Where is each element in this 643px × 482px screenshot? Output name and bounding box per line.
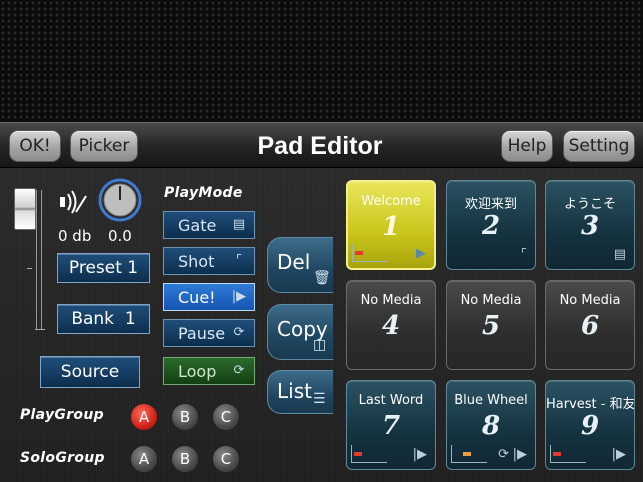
preset-value: 1 <box>127 258 139 278</box>
help-button[interactable]: Help <box>501 130 553 162</box>
trash-icon: 🗑 <box>313 270 331 286</box>
gate-icon: ▤ <box>613 247 626 262</box>
pad-red-marker <box>355 251 363 255</box>
pad-name: Welcome <box>361 194 421 209</box>
delete-button[interactable]: Del 🗑 <box>267 237 333 293</box>
loop-icon: ⟳ <box>498 447 509 462</box>
bank-button[interactable]: Bank 1 <box>57 304 150 334</box>
pad-name: Last Word <box>358 393 424 408</box>
mode-cue-button[interactable]: Cue! |▶ <box>163 283 255 311</box>
preset-label: Preset <box>68 258 122 278</box>
ok-button[interactable]: OK! <box>9 130 61 162</box>
copy-button[interactable]: Copy ◫ <box>267 304 333 360</box>
pad-4[interactable]: No Media 4 <box>346 280 436 370</box>
pad-red-marker <box>553 452 561 456</box>
pad-number: 8 <box>481 411 501 441</box>
pad-9[interactable]: Harvest - 和友 9 |▶ <box>545 380 635 470</box>
gate-icon: ▤ <box>232 217 246 232</box>
list-button[interactable]: List ☰ <box>267 370 333 414</box>
pad-number: 2 <box>481 211 501 241</box>
runner-icon: ⟳ <box>233 325 245 340</box>
pad-number: 1 <box>381 212 401 242</box>
play-icon: ▶ <box>416 246 426 261</box>
pad-name: No Media <box>460 293 522 308</box>
pad-name: 欢迎来到 <box>464 197 517 212</box>
delete-label: Del <box>277 250 311 274</box>
mode-gate-button[interactable]: Gate ▤ <box>163 211 255 239</box>
pad-name: No Media <box>559 293 621 308</box>
speaker-mesh <box>0 0 643 122</box>
pad-number: 3 <box>580 211 600 241</box>
sologroup-b-button[interactable]: B <box>171 445 199 473</box>
playgroup-c-button[interactable]: C <box>212 403 240 431</box>
pad-number: 5 <box>481 311 501 341</box>
playgroup-a-button[interactable]: A <box>130 403 158 431</box>
sologroup-label: SoloGroup <box>20 450 105 466</box>
list-label: List <box>277 379 312 403</box>
pad-name: Blue Wheel <box>454 393 528 408</box>
cue-play-icon: |▶ <box>611 447 626 462</box>
pad-name: No Media <box>360 293 422 308</box>
pad-orange-marker <box>463 452 471 456</box>
picker-button[interactable]: Picker <box>70 130 138 162</box>
pad-red-marker <box>354 452 362 456</box>
mode-shot-button[interactable]: Shot ⌜ <box>163 247 255 275</box>
volume-icon <box>60 190 87 214</box>
mode-loop-button[interactable]: Loop ⟳ <box>163 357 255 385</box>
pan-knob[interactable] <box>98 178 142 222</box>
pad-7[interactable]: Last Word 7 |▶ <box>346 380 436 470</box>
mode-pause-label: Pause <box>178 323 226 343</box>
pad-number: 7 <box>381 411 401 441</box>
playgroup-label: PlayGroup <box>20 407 104 423</box>
page-title: Pad Editor <box>257 132 383 160</box>
gun-icon: ⌜ <box>520 247 527 262</box>
volume-fader-knob[interactable] <box>14 188 36 230</box>
sologroup-c-button[interactable]: C <box>212 445 240 473</box>
mode-loop-label: Loop <box>178 361 217 381</box>
loop-icon: ⟳ <box>233 363 245 378</box>
setting-button[interactable]: Setting <box>563 130 635 162</box>
pad-2[interactable]: 欢迎来到 2 ⌜ <box>446 180 536 270</box>
mode-gate-label: Gate <box>178 215 217 235</box>
playmode-title: PlayMode <box>164 185 243 201</box>
gun-icon: ⌜ <box>235 253 243 268</box>
pad-number: 9 <box>580 411 600 441</box>
volume-value: 0 db <box>58 227 92 245</box>
cue-play-icon: |▶ <box>412 447 427 462</box>
playgroup-b-button[interactable]: B <box>171 403 199 431</box>
volume-fader-track[interactable] <box>27 190 45 330</box>
mode-pause-button[interactable]: Pause ⟳ <box>163 319 255 347</box>
pad-6[interactable]: No Media 6 <box>545 280 635 370</box>
pad-name: Harvest - 和友 <box>546 397 635 412</box>
pad-8[interactable]: Blue Wheel 8 ⟳ |▶ <box>446 380 536 470</box>
toolbar: OK! Picker Pad Editor Help Setting <box>0 122 643 168</box>
pad-3[interactable]: ようこそ 3 ▤ <box>545 180 635 270</box>
preset-button[interactable]: Preset 1 <box>57 253 150 283</box>
pan-value: 0.0 <box>108 227 132 245</box>
mode-shot-label: Shot <box>178 251 215 271</box>
source-button[interactable]: Source <box>40 356 140 388</box>
pad-number: 4 <box>381 311 401 341</box>
mode-cue-label: Cue! <box>178 287 216 307</box>
bank-value: 1 <box>124 309 136 329</box>
pad-5[interactable]: No Media 5 <box>446 280 536 370</box>
cue-play-icon: |▶ <box>512 447 527 462</box>
copy-icon: ◫ <box>313 337 327 353</box>
sologroup-a-button[interactable]: A <box>130 445 158 473</box>
pad-number: 6 <box>580 311 600 341</box>
pad-name: ようこそ <box>563 197 616 212</box>
pad-1[interactable]: Welcome 1 ▶ <box>346 180 436 270</box>
list-icon: ☰ <box>313 391 326 407</box>
bank-label: Bank <box>71 309 115 329</box>
cue-play-icon: |▶ <box>231 289 247 304</box>
